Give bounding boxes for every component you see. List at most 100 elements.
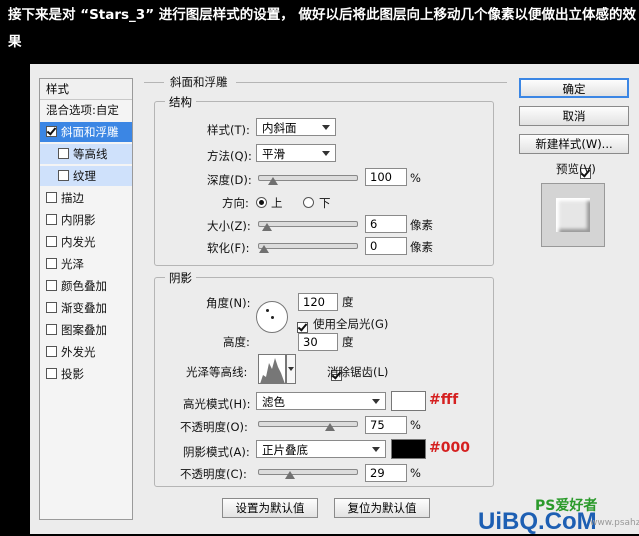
sidebar-item[interactable]: 纹理 <box>40 166 132 186</box>
sidebar-item-checkbox[interactable] <box>46 258 57 269</box>
sidebar-item[interactable]: 内阴影 <box>40 210 132 230</box>
sidebar-item-label: 描边 <box>61 191 84 205</box>
sidebar-item-checkbox[interactable] <box>46 346 57 357</box>
technique-label: 方法(Q): <box>207 149 252 163</box>
highlight-opacity-thumb[interactable] <box>325 423 335 431</box>
preview-label: 预览(V) <box>556 162 596 176</box>
highlight-color-swatch[interactable] <box>391 391 426 411</box>
direction-up-label: 上 <box>271 196 283 210</box>
sidebar-item[interactable]: 斜面和浮雕 <box>40 122 132 142</box>
sidebar-item-checkbox[interactable] <box>58 148 69 159</box>
sidebar-item-checkbox[interactable] <box>46 236 57 247</box>
soften-unit: 像素 <box>410 240 433 254</box>
sidebar-item-label: 投影 <box>61 367 84 381</box>
shadow-opacity-input[interactable]: 29 <box>365 464 407 482</box>
size-label: 大小(Z): <box>207 219 251 233</box>
sidebar-item-checkbox[interactable] <box>46 324 57 335</box>
direction-down-radio[interactable] <box>303 197 314 208</box>
direction-down-label: 下 <box>319 196 331 210</box>
angle-unit: 度 <box>342 295 354 309</box>
depth-label: 深度(D): <box>207 173 252 187</box>
sidebar-item[interactable]: 渐变叠加 <box>40 298 132 318</box>
altitude-input[interactable]: 30 <box>298 333 338 351</box>
shadow-opacity-slider[interactable] <box>258 469 358 479</box>
sidebar-item-label: 图案叠加 <box>61 323 107 337</box>
bevel-emboss-title: 斜面和浮雕 <box>170 75 228 89</box>
sidebar-item-label: 光泽 <box>61 257 84 271</box>
sidebar-item[interactable]: 等高线 <box>40 144 132 164</box>
ok-button[interactable]: 确定 <box>519 78 629 98</box>
gloss-contour-label: 光泽等高线: <box>186 365 248 379</box>
direction-label: 方向: <box>222 196 249 210</box>
global-light-checkbox[interactable] <box>297 322 308 333</box>
sidebar-item[interactable]: 内发光 <box>40 232 132 252</box>
chevron-down-icon <box>322 151 330 156</box>
structure-title: 结构 <box>165 94 196 110</box>
gloss-contour-picker[interactable] <box>258 354 286 384</box>
soften-input[interactable]: 0 <box>365 237 407 255</box>
sidebar-item-label: 斜面和浮雕 <box>61 125 119 139</box>
watermark-brand: UiBQ.CoM <box>478 508 597 535</box>
highlight-mode-label: 高光模式(H): <box>183 397 251 411</box>
sidebar-item[interactable]: 图案叠加 <box>40 320 132 340</box>
depth-unit: % <box>410 171 421 185</box>
sidebar-item-checkbox[interactable] <box>46 302 57 313</box>
angle-input[interactable]: 120 <box>298 293 338 311</box>
highlight-opacity-label: 不透明度(O): <box>180 420 248 434</box>
size-slider[interactable] <box>258 221 358 231</box>
sidebar-item-checkbox[interactable] <box>46 368 57 379</box>
sidebar-item[interactable]: 混合选项:自定 <box>40 100 132 120</box>
technique-select[interactable]: 平滑 <box>256 144 336 162</box>
shadow-mode-value: 正片叠底 <box>262 443 308 457</box>
antialias-label: 消除锯齿(L) <box>327 365 389 379</box>
shadow-opacity-unit: % <box>410 466 421 480</box>
highlight-opacity-input[interactable]: 75 <box>365 416 407 434</box>
style-label: 样式(T): <box>207 123 250 137</box>
sidebar-item[interactable]: 颜色叠加 <box>40 276 132 296</box>
gloss-contour-dropdown[interactable] <box>286 354 296 384</box>
sidebar-item-label: 外发光 <box>61 345 96 359</box>
styles-list-title: 样式 <box>40 79 132 100</box>
shadow-mode-label: 阴影模式(A): <box>183 445 250 459</box>
soften-slider[interactable] <box>258 243 358 253</box>
reset-default-button[interactable]: 复位为默认值 <box>334 498 430 518</box>
global-light-label: 使用全局光(G) <box>313 317 389 331</box>
angle-dial[interactable] <box>256 301 288 333</box>
sidebar-item-checkbox[interactable] <box>46 192 57 203</box>
new-style-button[interactable]: 新建样式(W)... <box>519 134 629 154</box>
direction-up-radio[interactable] <box>256 197 267 208</box>
cancel-button[interactable]: 取消 <box>519 106 629 126</box>
make-default-button[interactable]: 设置为默认值 <box>222 498 318 518</box>
sidebar-item-checkbox[interactable] <box>46 214 57 225</box>
altitude-label: 高度: <box>223 335 250 349</box>
size-slider-thumb[interactable] <box>261 223 272 231</box>
highlight-mode-select[interactable]: 滤色 <box>256 392 386 410</box>
shadow-color-swatch[interactable] <box>391 439 426 459</box>
highlight-opacity-slider[interactable] <box>258 421 358 431</box>
angle-dial-handle <box>266 309 269 312</box>
angle-label: 角度(N): <box>206 296 251 310</box>
bevel-style-select[interactable]: 内斜面 <box>256 118 336 136</box>
depth-slider[interactable] <box>258 175 358 185</box>
sidebar-item-checkbox[interactable] <box>46 126 57 137</box>
sidebar-item-label: 渐变叠加 <box>61 301 107 315</box>
highlight-opacity-unit: % <box>410 418 421 432</box>
sidebar-item-label: 颜色叠加 <box>61 279 107 293</box>
sidebar-item-checkbox[interactable] <box>46 280 57 291</box>
depth-slider-thumb[interactable] <box>267 177 278 185</box>
angle-dial-center <box>271 316 274 319</box>
sidebar-item-checkbox[interactable] <box>58 170 69 181</box>
sidebar-item[interactable]: 投影 <box>40 364 132 384</box>
sidebar-item[interactable]: 描边 <box>40 188 132 208</box>
shadow-opacity-thumb[interactable] <box>284 471 295 479</box>
sidebar-item[interactable]: 外发光 <box>40 342 132 362</box>
shadow-mode-select[interactable]: 正片叠底 <box>256 440 386 458</box>
size-input[interactable]: 6 <box>365 215 407 233</box>
depth-input[interactable]: 100 <box>365 168 407 186</box>
chevron-down-icon <box>322 125 330 130</box>
highlight-color-annotation: #fff <box>429 392 459 408</box>
contour-curve-icon <box>260 358 285 383</box>
sidebar-item[interactable]: 光泽 <box>40 254 132 274</box>
sidebar-item-label: 内发光 <box>61 235 96 249</box>
soften-slider-thumb[interactable] <box>259 245 269 253</box>
